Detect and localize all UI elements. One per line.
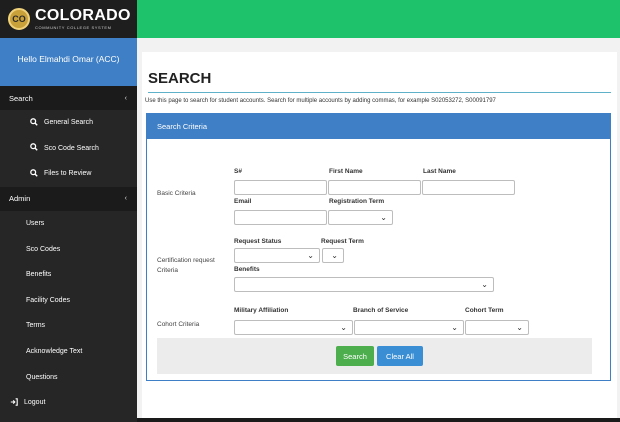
clear-all-button[interactable]: Clear All: [377, 346, 423, 366]
search-icon: [30, 143, 38, 153]
ccs-logo[interactable]: CO COLORADO COMMUNITY COLLEGE SYSTEM: [0, 0, 137, 38]
chevron-down-icon: ⌄: [481, 280, 488, 289]
request-term-label: Request Term: [321, 238, 364, 245]
chevron-down-icon: ⌄: [331, 251, 338, 260]
sidebar-item-facility-codes[interactable]: Facility Codes: [0, 288, 137, 314]
card-title: Search Criteria: [147, 114, 610, 139]
military-affiliation-select[interactable]: ⌄: [234, 320, 353, 335]
logout-icon: [10, 397, 18, 408]
sidebar-item-sco-codes[interactable]: Sco Codes: [0, 236, 137, 262]
sidebar-section-search[interactable]: Search ‹: [0, 86, 137, 110]
chevron-left-icon: ‹: [124, 195, 127, 203]
form-actions: Search Clear All: [157, 338, 592, 374]
chevron-down-icon: ⌄: [340, 323, 347, 332]
branch-of-service-label: Branch of Service: [353, 307, 409, 314]
cohort-criteria-label: Cohort Criteria: [157, 321, 200, 328]
search-criteria-card: Search Criteria Basic Criteria S# First …: [146, 113, 611, 381]
sidebar-item-logout[interactable]: Logout: [0, 390, 137, 416]
request-status-select[interactable]: ⌄: [234, 248, 320, 263]
chevron-down-icon: ⌄: [307, 251, 314, 260]
cert-criteria-label-line2: Criteria: [157, 267, 178, 274]
benefits-label: Benefits: [234, 266, 260, 273]
logo-sub-text: COMMUNITY COLLEGE SYSTEM: [35, 25, 112, 30]
sidebar-section-admin[interactable]: Admin ‹: [0, 186, 137, 211]
sid-field[interactable]: [234, 180, 327, 195]
sidebar-item-acknowledge-text[interactable]: Acknowledge Text: [0, 339, 137, 365]
military-affiliation-label: Military Affiliation: [234, 307, 289, 314]
email-field[interactable]: [234, 210, 327, 225]
sidebar-item-sco-code-search[interactable]: Sco Code Search: [0, 136, 137, 162]
sidebar-item-label: Files to Review: [44, 170, 92, 178]
cohort-term-label: Cohort Term: [465, 307, 504, 314]
benefits-select[interactable]: ⌄: [234, 277, 494, 292]
basic-criteria-label: Basic Criteria: [157, 190, 196, 197]
cert-criteria-label-line1: Certification request: [157, 257, 215, 264]
chevron-left-icon: ‹: [124, 94, 127, 102]
sidebar: Hello Elmahdi Omar (ACC) Search ‹ Genera…: [0, 38, 137, 422]
last-name-label: Last Name: [423, 168, 456, 175]
sidebar-item-files-to-review[interactable]: Files to Review: [0, 161, 137, 187]
chevron-down-icon: ⌄: [380, 213, 387, 222]
logo-text: COLORADO COMMUNITY COLLEGE SYSTEM: [35, 8, 131, 30]
sidebar-item-label: General Search: [44, 119, 94, 127]
main-content: SEARCH Use this page to search for stude…: [137, 38, 620, 422]
logo-main-text: COLORADO: [35, 7, 131, 24]
sidebar-section-search-label: Search: [9, 93, 33, 103]
request-term-select[interactable]: ⌄: [322, 248, 344, 263]
chevron-down-icon: ⌄: [451, 323, 458, 332]
email-label: Email: [234, 198, 252, 205]
bottom-border: [137, 418, 620, 422]
search-button[interactable]: Search: [336, 346, 374, 366]
first-name-field[interactable]: [328, 180, 421, 195]
intro-text: Use this page to search for student acco…: [145, 98, 496, 104]
registration-term-label: Registration Term: [329, 198, 385, 205]
sidebar-item-label: Logout: [24, 399, 46, 407]
sidebar-item-general-search[interactable]: General Search: [0, 110, 137, 136]
chevron-down-icon: ⌄: [516, 323, 523, 332]
sidebar-item-users[interactable]: Users: [0, 211, 137, 237]
sidebar-section-admin-label: Admin: [9, 194, 31, 204]
title-divider: [148, 92, 611, 93]
search-panel: SEARCH Use this page to search for stude…: [142, 52, 617, 422]
sidebar-item-benefits[interactable]: Benefits: [0, 262, 137, 288]
search-icon: [30, 169, 38, 179]
request-status-label: Request Status: [234, 238, 282, 245]
search-icon: [30, 117, 38, 128]
last-name-field[interactable]: [422, 180, 515, 195]
sidebar-item-label: Sco Code Search: [44, 144, 99, 152]
first-name-label: First Name: [329, 168, 363, 175]
page-title: SEARCH: [148, 70, 212, 87]
sid-label: S#: [234, 168, 242, 175]
sidebar-item-terms[interactable]: Terms: [0, 313, 137, 339]
branch-of-service-select[interactable]: ⌄: [354, 320, 464, 335]
user-greeting: Hello Elmahdi Omar (ACC): [0, 38, 137, 86]
registration-term-select[interactable]: ⌄: [328, 210, 393, 225]
logo-seal-icon: CO: [8, 8, 30, 30]
cohort-term-select[interactable]: ⌄: [465, 320, 529, 335]
sidebar-item-questions[interactable]: Questions: [0, 364, 137, 390]
